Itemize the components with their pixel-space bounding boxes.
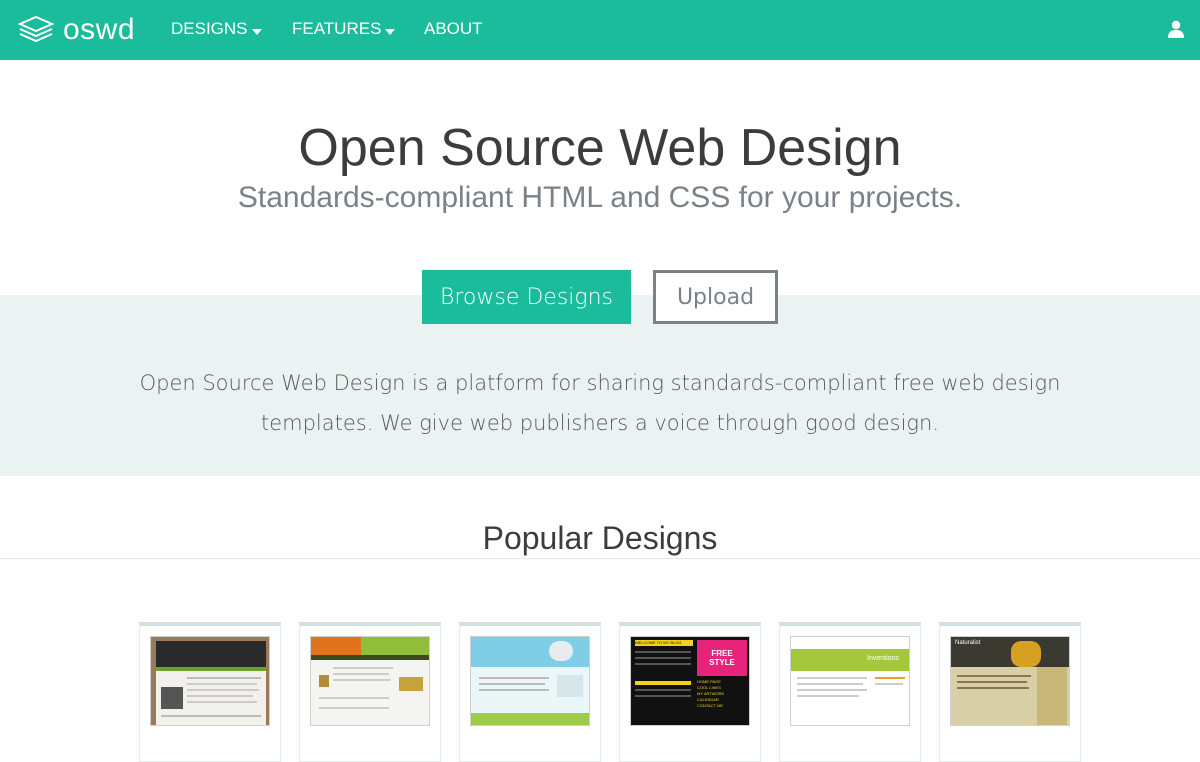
design-thumbnail[interactable]: WELCOME TO MY BLOG FREE STYLE HOME PAGE … (630, 636, 750, 726)
design-card[interactable]: Naturalist (939, 622, 1081, 762)
thumb-menu: HOME PAGE COOL LINKS MY ARTWORK CALENDAR… (697, 679, 747, 713)
hero-title: Open Source Web Design (298, 119, 902, 177)
browse-designs-button[interactable]: Browse Designs (422, 270, 631, 324)
nav-designs[interactable]: DESIGNS (171, 19, 262, 39)
nav-about-label: ABOUT (424, 19, 483, 38)
design-card[interactable] (139, 622, 281, 762)
nav-about[interactable]: ABOUT (424, 19, 483, 39)
upload-button[interactable]: Upload (653, 270, 778, 324)
design-thumbnail[interactable] (470, 636, 590, 726)
logo-text: oswd (63, 13, 136, 46)
thumb-menu-item: CONTACT ME (697, 703, 724, 708)
logo[interactable]: oswd (18, 12, 135, 48)
nav-features-label: FEATURES (292, 19, 382, 38)
thumb-freestyle-text: FREE STYLE (709, 649, 735, 667)
design-thumbnail[interactable] (310, 636, 430, 726)
hero-subtitle: Standards-compliant HTML and CSS for you… (237, 181, 963, 214)
user-icon[interactable] (1167, 20, 1185, 38)
section-divider (0, 558, 1200, 559)
intro-text: Open Source Web Design is a platform for… (139, 371, 1061, 435)
design-card[interactable] (299, 622, 441, 762)
popular-designs-heading: Popular Designs (482, 520, 718, 556)
caret-down-icon (251, 29, 262, 35)
top-navbar: oswd DESIGNS FEATURES ABOUT (0, 0, 1200, 60)
design-thumbnail[interactable]: Inventions (790, 636, 910, 726)
design-thumbnail[interactable]: Naturalist (950, 636, 1070, 726)
thumb-title: Inventions (867, 655, 899, 662)
thumb-banner: WELCOME TO MY BLOG (635, 640, 693, 646)
design-thumbnail[interactable] (150, 636, 270, 726)
nav-designs-label: DESIGNS (171, 19, 248, 38)
design-card[interactable]: WELCOME TO MY BLOG FREE STYLE HOME PAGE … (619, 622, 761, 762)
design-card[interactable] (459, 622, 601, 762)
nav-features[interactable]: FEATURES (292, 19, 396, 39)
stacked-layers-icon (18, 15, 54, 43)
caret-down-icon (385, 29, 396, 35)
thumb-title: Naturalist (955, 640, 981, 646)
design-card[interactable]: Inventions (779, 622, 921, 762)
